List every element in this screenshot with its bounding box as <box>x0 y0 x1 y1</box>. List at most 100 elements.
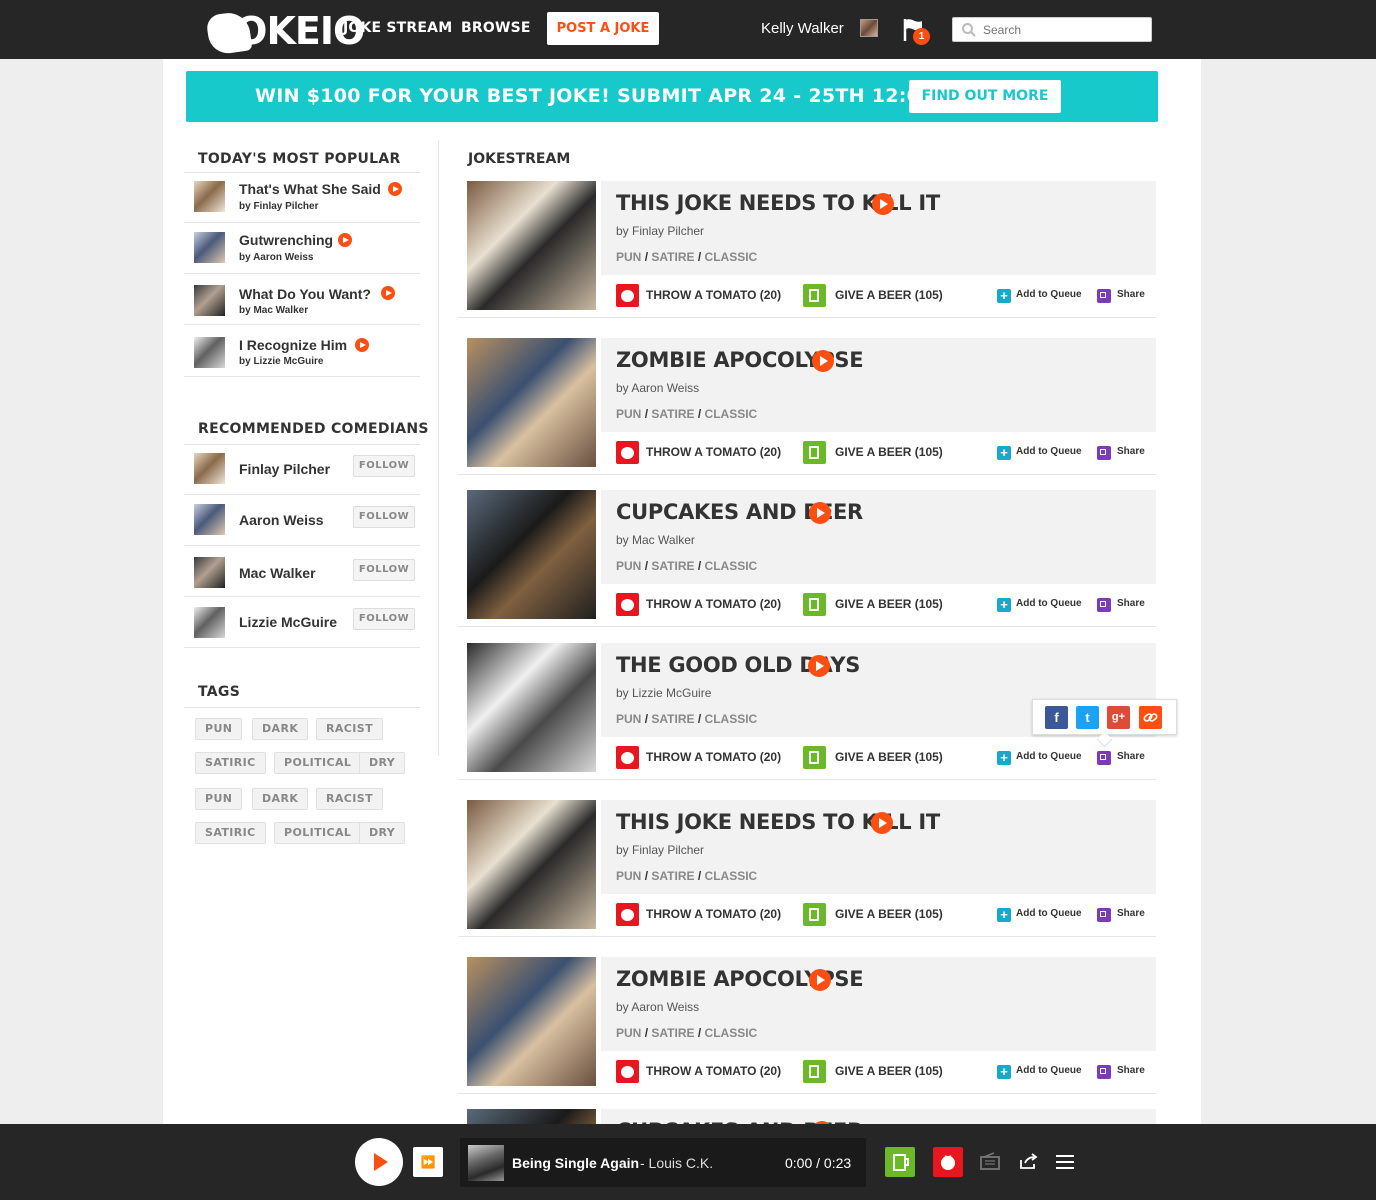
category-classic[interactable]: CLASSIC <box>705 559 758 573</box>
joke-card[interactable]: THIS JOKE NEEDS TO KILL IT by Finlay Pil… <box>458 181 1156 318</box>
category-pun[interactable]: PUN <box>616 250 641 264</box>
give-beer-button[interactable]: GIVE A BEER (105) <box>835 907 943 921</box>
throw-tomato-button[interactable]: THROW A TOMATO (20) <box>646 597 781 611</box>
joke-thumbnail[interactable] <box>467 957 596 1086</box>
add-to-queue-button[interactable]: Add to Queue <box>1016 446 1082 457</box>
joke-author[interactable]: by Finlay Pilcher <box>616 843 704 857</box>
add-to-queue-button[interactable]: Add to Queue <box>1016 1065 1082 1076</box>
category-pun[interactable]: PUN <box>616 1026 641 1040</box>
play-icon[interactable] <box>808 655 830 677</box>
beer-icon[interactable] <box>803 441 826 464</box>
category-satire[interactable]: SATIRE <box>651 712 694 726</box>
add-queue-icon[interactable]: + <box>997 751 1011 765</box>
share-button[interactable]: Share <box>1117 908 1145 919</box>
player-play-button[interactable] <box>355 1138 403 1186</box>
share-icon[interactable] <box>1019 1152 1039 1170</box>
comedian-name[interactable]: Finlay Pilcher <box>239 461 330 477</box>
beer-icon[interactable] <box>803 903 826 926</box>
find-out-more-button[interactable]: FIND OUT MORE <box>909 80 1061 113</box>
beer-icon[interactable] <box>803 746 826 769</box>
beer-icon[interactable] <box>803 284 826 307</box>
tomato-icon[interactable] <box>616 903 639 926</box>
play-icon[interactable] <box>871 812 893 834</box>
category-satire[interactable]: SATIRE <box>651 869 694 883</box>
google-plus-icon[interactable]: g+ <box>1107 706 1130 729</box>
share-icon[interactable] <box>1097 751 1111 765</box>
menu-icon[interactable] <box>1056 1154 1074 1170</box>
tag-satiric[interactable]: SATIRIC <box>195 752 266 774</box>
tag-dry[interactable]: DRY <box>359 822 406 844</box>
add-queue-icon[interactable]: + <box>997 1065 1011 1079</box>
share-icon[interactable] <box>1097 1065 1111 1079</box>
add-to-queue-button[interactable]: Add to Queue <box>1016 598 1082 609</box>
comedian-name[interactable]: Aaron Weiss <box>239 512 324 528</box>
popular-title[interactable]: That's What She Said <box>239 181 381 197</box>
joke-thumbnail[interactable] <box>467 338 596 467</box>
play-icon[interactable] <box>381 286 395 300</box>
share-button[interactable]: Share <box>1117 751 1145 762</box>
throw-tomato-player-button[interactable] <box>933 1147 963 1177</box>
follow-button[interactable]: FOLLOW <box>353 455 415 477</box>
add-to-queue-button[interactable]: Add to Queue <box>1016 908 1082 919</box>
comedian-item[interactable]: Mac Walker FOLLOW <box>184 546 420 597</box>
link-icon[interactable] <box>1139 706 1162 729</box>
fast-forward-button[interactable]: ⏩ <box>413 1147 443 1177</box>
joke-card[interactable]: ZOMBIE APOCOLYPSE by Aaron Weiss PUN / S… <box>458 957 1156 1094</box>
share-button[interactable]: Share <box>1117 1065 1145 1076</box>
comedian-name[interactable]: Lizzie McGuire <box>239 614 337 630</box>
joke-card[interactable]: CUPCAKES AND BEER by Mac Walker PUN / SA… <box>458 490 1156 627</box>
give-beer-button[interactable]: GIVE A BEER (105) <box>835 750 943 764</box>
comedian-name[interactable]: Mac Walker <box>239 565 316 581</box>
add-queue-icon[interactable]: + <box>997 289 1011 303</box>
user-avatar[interactable] <box>860 19 878 37</box>
radio-icon[interactable] <box>980 1152 1000 1170</box>
add-queue-icon[interactable]: + <box>997 446 1011 460</box>
beer-icon[interactable] <box>803 1060 826 1083</box>
tag-political[interactable]: POLITICAL <box>274 822 362 844</box>
comedian-item[interactable]: Aaron Weiss FOLLOW <box>184 495 420 546</box>
throw-tomato-button[interactable]: THROW A TOMATO (20) <box>646 288 781 302</box>
joke-card[interactable]: THIS JOKE NEEDS TO KILL IT by Finlay Pil… <box>458 800 1156 937</box>
joke-author[interactable]: by Finlay Pilcher <box>616 224 704 238</box>
tag-racist[interactable]: RACIST <box>316 788 383 810</box>
category-classic[interactable]: CLASSIC <box>705 250 758 264</box>
category-pun[interactable]: PUN <box>616 559 641 573</box>
category-pun[interactable]: PUN <box>616 407 641 421</box>
nav-joke-stream[interactable]: JOKE STREAM <box>343 20 452 36</box>
follow-button[interactable]: FOLLOW <box>353 506 415 528</box>
give-beer-button[interactable]: GIVE A BEER (105) <box>835 597 943 611</box>
joke-thumbnail[interactable] <box>467 800 596 929</box>
play-icon[interactable] <box>338 233 352 247</box>
add-queue-icon[interactable]: + <box>997 598 1011 612</box>
tag-pun[interactable]: PUN <box>195 788 243 810</box>
tomato-icon[interactable] <box>616 593 639 616</box>
category-pun[interactable]: PUN <box>616 869 641 883</box>
category-satire[interactable]: SATIRE <box>651 407 694 421</box>
category-satire[interactable]: SATIRE <box>651 250 694 264</box>
facebook-icon[interactable]: f <box>1045 706 1068 729</box>
post-a-joke-button[interactable]: POST A JOKE <box>547 12 659 45</box>
play-icon[interactable] <box>812 350 834 372</box>
follow-button[interactable]: FOLLOW <box>353 608 415 630</box>
play-icon[interactable] <box>809 502 831 524</box>
popular-title[interactable]: I Recognize Him <box>239 337 347 353</box>
share-button[interactable]: Share <box>1117 446 1145 457</box>
share-icon[interactable] <box>1097 598 1111 612</box>
tag-pun[interactable]: PUN <box>195 718 243 740</box>
popular-title[interactable]: What Do You Want? <box>239 286 371 302</box>
beer-icon[interactable] <box>803 593 826 616</box>
category-satire[interactable]: SATIRE <box>651 1026 694 1040</box>
joke-author[interactable]: by Mac Walker <box>616 533 695 547</box>
share-icon[interactable] <box>1097 908 1111 922</box>
nav-browse[interactable]: BROWSE <box>461 20 531 36</box>
tomato-icon[interactable] <box>616 441 639 464</box>
tag-dry[interactable]: DRY <box>359 752 406 774</box>
play-icon[interactable] <box>809 969 831 991</box>
add-to-queue-button[interactable]: Add to Queue <box>1016 289 1082 300</box>
give-beer-button[interactable]: GIVE A BEER (105) <box>835 288 943 302</box>
popular-item[interactable]: That's What She Said by Finlay Pilcher <box>184 172 420 223</box>
tomato-icon[interactable] <box>616 1060 639 1083</box>
twitter-icon[interactable]: t <box>1076 706 1099 729</box>
share-button[interactable]: Share <box>1117 598 1145 609</box>
share-icon[interactable] <box>1097 289 1111 303</box>
